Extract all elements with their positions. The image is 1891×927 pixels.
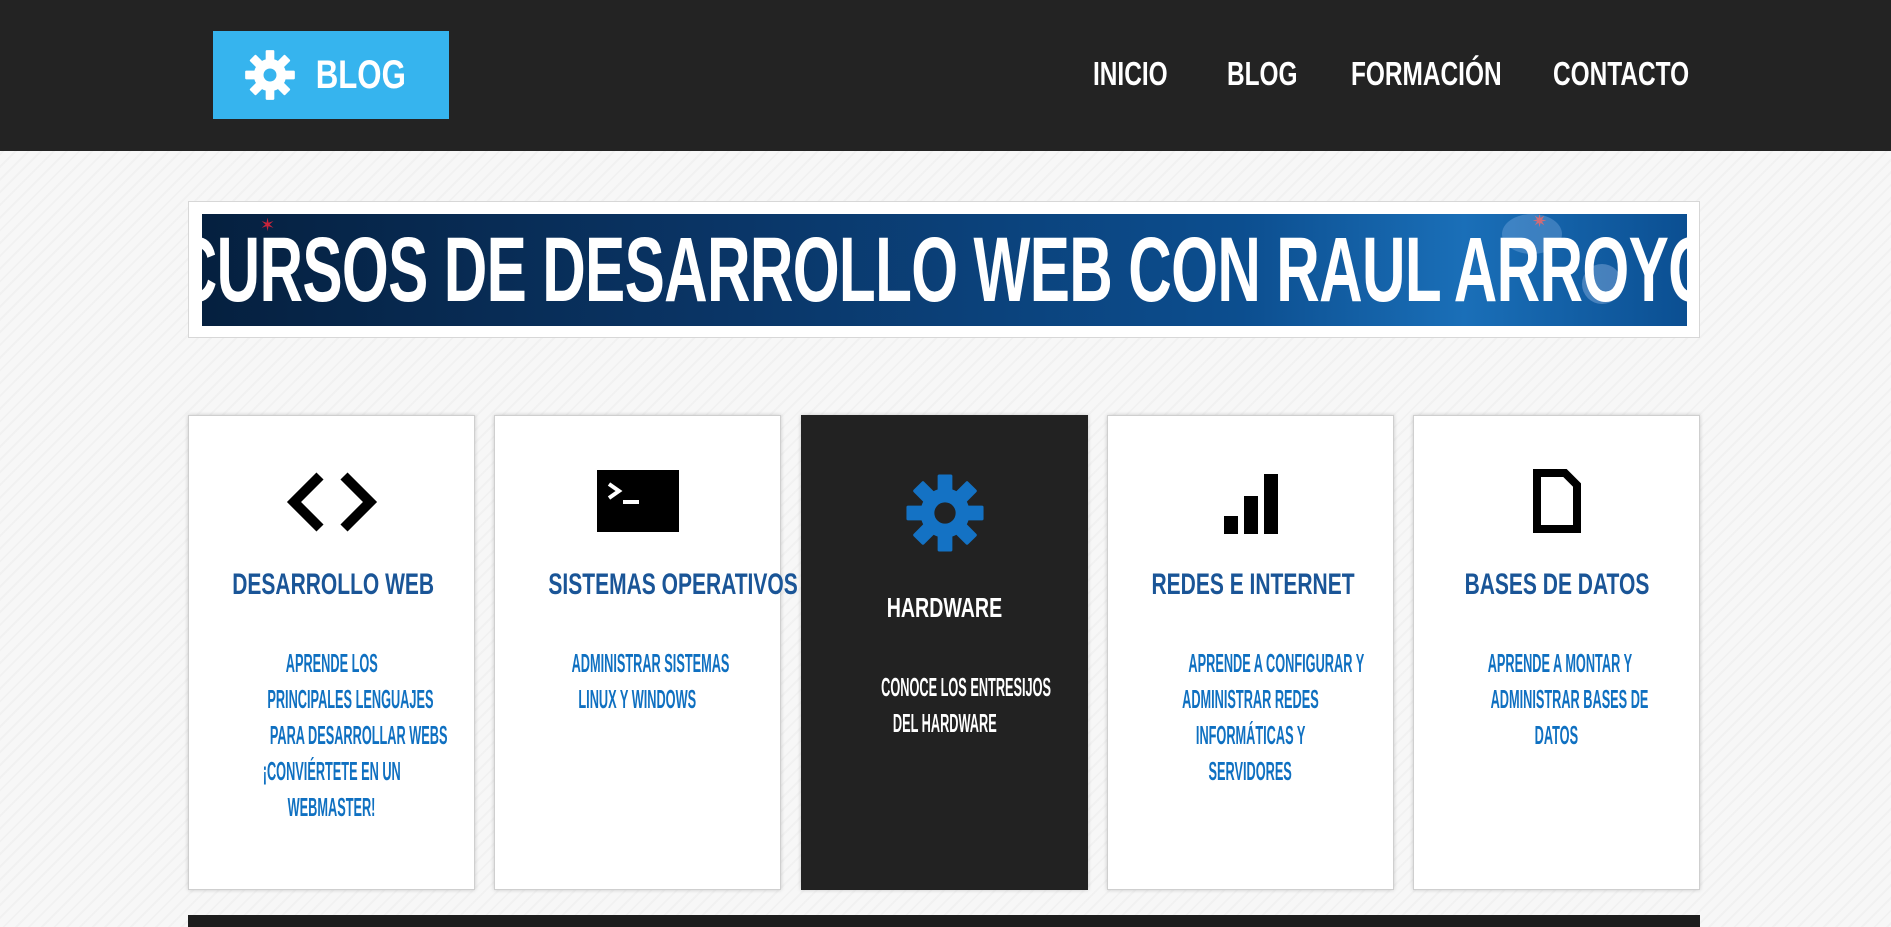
site-header: BLOG INICIO BLOG FORMACIÓN CONTACTO [0,0,1891,151]
card-title: REDES E INTERNET [1151,568,1355,601]
card-desc-line: WEBMASTER! [287,792,376,822]
terminal-icon [596,470,679,532]
card-bases-de-datos[interactable]: BASES DE DATOS APRENDE A MONTAR Y ADMINI… [1413,415,1700,890]
card-sistemas-operativos[interactable]: SISTEMAS OPERATIVOS ADMINISTRAR SISTEMAS… [494,415,798,890]
card-desc-line: APRENDE LOS [285,648,378,678]
card-description: APRENDE LOS PRINCIPALES LENGUAJES PARA D… [189,645,474,825]
card-desc-line: LINUX Y WINDOWS [578,684,697,714]
card-desc-line: DEL HARDWARE [892,708,997,738]
nav-item-blog[interactable]: BLOG [1227,48,1298,100]
code-icon [286,472,377,532]
card-desc-line: INFORMÁTICAS Y [1195,720,1306,750]
signal-bars-icon [1223,474,1278,534]
nav-item-formacion[interactable]: FORMACIÓN [1351,48,1502,100]
card-desc-line: APRENDE A MONTAR Y [1487,648,1633,678]
card-desc-line: SERVIDORES [1208,756,1293,786]
card-desc-line: ¡CONVIÉRTETE EN UN [262,756,401,786]
card-desc-line: DATOS [1534,720,1579,750]
card-redes-internet[interactable]: REDES E INTERNET APRENDE A CONFIGURAR Y … [1107,415,1394,890]
card-description: ADMINISTRAR SISTEMAS LINUX Y WINDOWS [495,645,780,717]
card-desc-line: ADMINISTRAR BASES DE [1490,684,1649,714]
card-desc-line: CONOCE LOS ENTRESIJOS [881,672,1052,702]
banner-title: CURSOS DE DESARROLLO WEB CON RAUL ARROYO [202,218,1687,321]
gear-icon [905,474,984,552]
banner-title-wrap: CURSOS DE DESARROLLO WEB CON RAUL ARROYO [202,214,1687,326]
card-desc-line: ADMINISTRAR SISTEMAS [571,648,730,678]
logo-text: BLOG [315,52,407,97]
logo-button[interactable]: BLOG [213,31,449,119]
card-desc-line: APRENDE A CONFIGURAR Y [1188,648,1365,678]
card-desarrollo-web[interactable]: DESARROLLO WEB APRENDE LOS PRINCIPALES L… [188,415,475,890]
card-desc-line: PRINCIPALES LENGUAJES [267,684,434,714]
nav-item-contacto[interactable]: CONTACTO [1553,48,1689,100]
document-icon [1532,469,1581,533]
gear-icon [245,50,296,100]
card-description: CONOCE LOS ENTRESIJOS DEL HARDWARE [802,669,1087,741]
card-desc-line: ADMINISTRAR REDES [1182,684,1319,714]
card-description: APRENDE A CONFIGURAR Y ADMINISTRAR REDES… [1108,645,1393,789]
card-description: APRENDE A MONTAR Y ADMINISTRAR BASES DE … [1414,645,1699,753]
card-title: HARDWARE [886,592,1003,623]
card-title: BASES DE DATOS [1464,568,1649,601]
card-title: DESARROLLO WEB [232,568,435,601]
card-hardware[interactable]: HARDWARE CONOCE LOS ENTRESIJOS DEL HARDW… [801,415,1088,890]
bottom-section-bar [188,915,1700,927]
card-desc-line: PARA DESARROLLAR WEBS [269,720,448,750]
nav-item-inicio[interactable]: INICIO [1093,48,1168,100]
card-title: SISTEMAS OPERATIVOS [548,568,798,601]
banner-image[interactable]: ✶ ✷ CURSOS DE DESARROLLO WEB CON RAUL AR… [202,214,1687,326]
